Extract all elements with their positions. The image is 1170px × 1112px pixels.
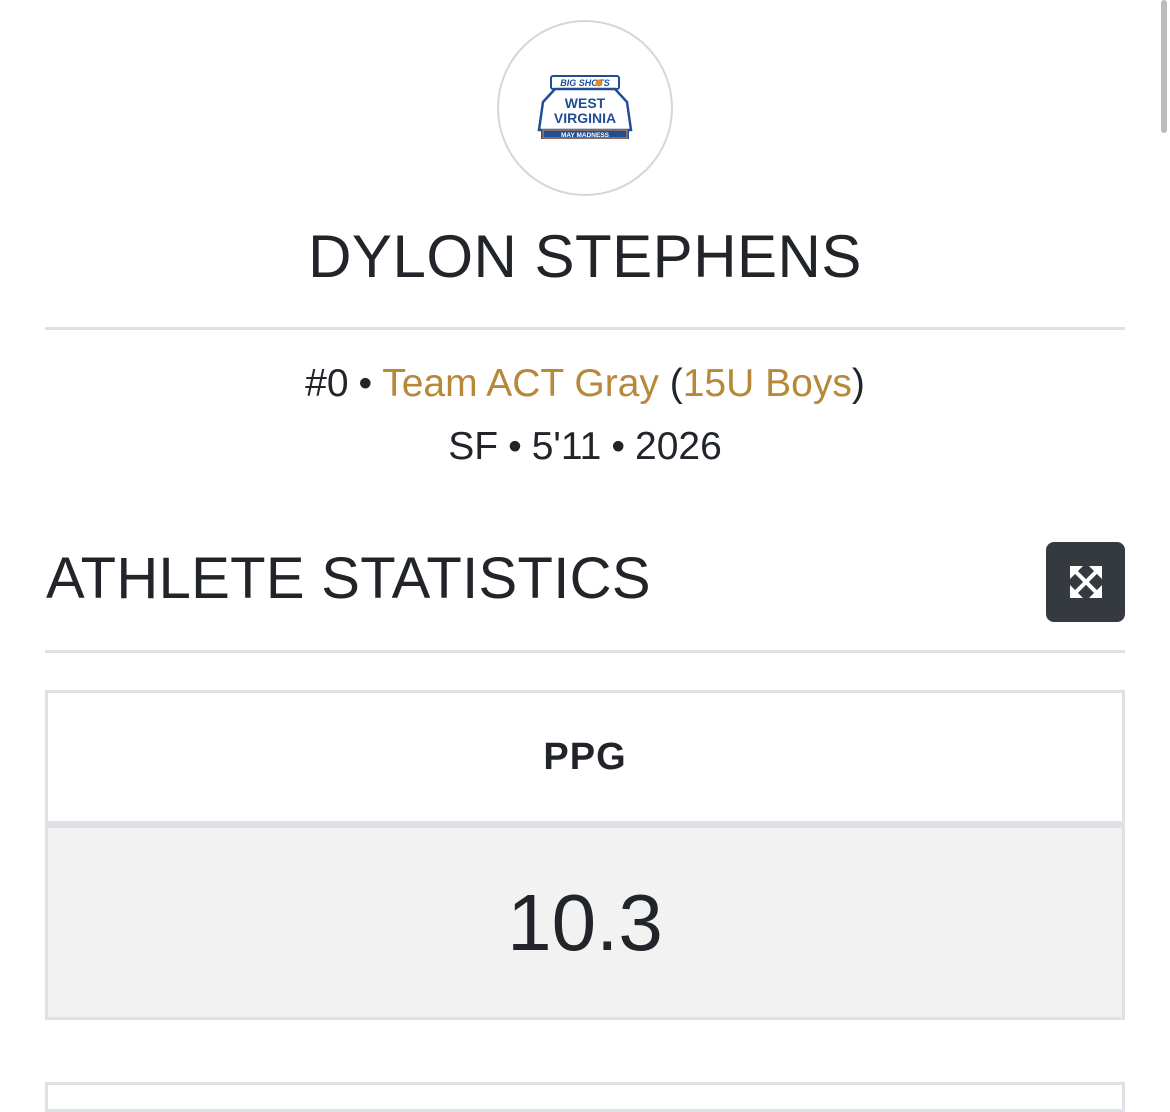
division-link[interactable]: 15U Boys bbox=[683, 362, 852, 405]
logo-line3: VIRGINIA bbox=[554, 110, 616, 126]
stats-table: PPG 10.3 bbox=[45, 690, 1125, 1020]
divider bbox=[45, 327, 1125, 330]
player-name: DYLON STEPHENS bbox=[308, 223, 862, 290]
section-title: ATHLETE STATISTICS bbox=[46, 546, 651, 611]
stats-header-ppg: PPG bbox=[48, 693, 1122, 828]
logo-line2: WEST bbox=[565, 95, 606, 111]
expand-button[interactable] bbox=[1046, 542, 1125, 622]
player-class-year: 2026 bbox=[635, 425, 722, 468]
event-logo: BIG SHOTS WEST VIRGINIA MAY MADNESS bbox=[497, 20, 673, 196]
scrollbar-thumb[interactable] bbox=[1161, 0, 1167, 133]
team-link[interactable]: Team ACT Gray bbox=[382, 362, 659, 405]
stats-value-ppg: 10.3 bbox=[48, 828, 1122, 1017]
separator-dot: • bbox=[358, 362, 373, 405]
separator-dot: • bbox=[611, 425, 625, 468]
player-position: SF bbox=[448, 425, 499, 468]
player-team-line: #0 • Team ACT Gray (15U Boys) bbox=[305, 362, 865, 405]
big-shots-logo-icon: BIG SHOTS WEST VIRGINIA MAY MADNESS bbox=[537, 75, 633, 139]
section-divider bbox=[45, 650, 1125, 653]
expand-arrows-icon bbox=[1069, 566, 1102, 598]
player-bio-line: SF • 5'11 • 2026 bbox=[0, 423, 1170, 471]
next-stats-table bbox=[45, 1082, 1125, 1112]
player-number: #0 bbox=[305, 362, 349, 405]
player-height: 5'11 bbox=[531, 425, 602, 468]
logo-line4: MAY MADNESS bbox=[561, 132, 610, 139]
separator-dot: • bbox=[508, 425, 522, 468]
